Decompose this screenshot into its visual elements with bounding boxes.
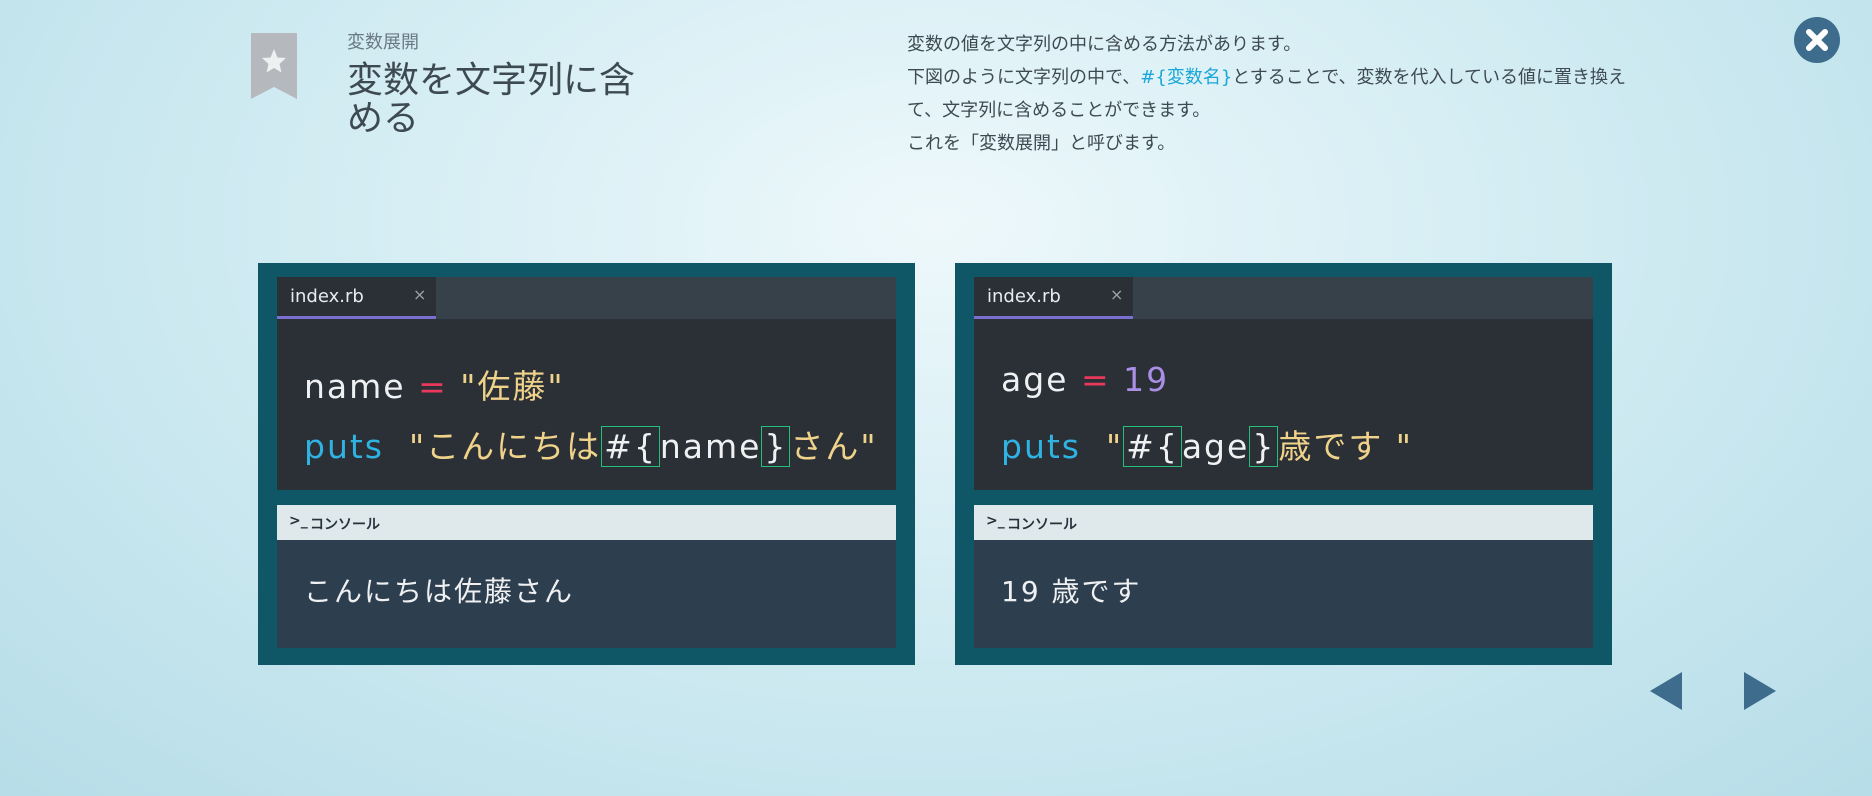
editor-tabbar: index.rb × (277, 277, 896, 319)
description-line: これを「変数展開」と呼びます。 (907, 133, 1176, 154)
code-line: puts "こんにちは#{name}さん" (304, 420, 878, 468)
close-icon (1806, 29, 1828, 51)
example-panel-left: index.rb × name = "佐藤" puts "こんにちは#{name… (258, 263, 915, 665)
tab-index-rb[interactable]: index.rb × (277, 277, 436, 319)
interpolation-open: #{ (1123, 426, 1182, 467)
interpolation-close: } (761, 426, 791, 467)
code-keyword: puts (304, 427, 384, 466)
code-number: 19 (1123, 360, 1170, 399)
code-variable: age (1181, 427, 1250, 466)
code-string: "佐藤" (460, 367, 565, 406)
code-line: puts "#{age}歳です " (1001, 420, 1413, 468)
tab-index-rb[interactable]: index.rb × (974, 277, 1133, 319)
tab-label: index.rb (987, 286, 1061, 307)
code-string: "こんにちは (408, 427, 602, 466)
close-button[interactable] (1794, 17, 1840, 63)
code-variable: age (1001, 360, 1069, 399)
tab-close-icon[interactable]: × (1110, 285, 1123, 304)
console-output-text: こんにちは佐藤さん (304, 575, 575, 608)
code-variable: name (659, 427, 762, 466)
terminal-prompt-icon: >_ (986, 513, 1005, 529)
interpolation-close: } (1249, 426, 1279, 467)
editor-tabbar: index.rb × (974, 277, 1593, 319)
prev-arrow-icon (1650, 672, 1682, 710)
terminal-prompt-icon: >_ (289, 513, 308, 529)
next-arrow-icon (1744, 672, 1776, 710)
description-line: 変数の値を文字列の中に含める方法があります。 (907, 34, 1302, 55)
lesson-subtitle: 変数展開 (347, 32, 419, 53)
code-string: 歳です " (1278, 427, 1413, 466)
lesson-description: 変数の値を文字列の中に含める方法があります。 下図のように文字列の中で、#{変数… (907, 28, 1627, 160)
console-label: コンソール (310, 517, 380, 533)
console-output-text: 19 歳です (1001, 575, 1142, 608)
console-label: コンソール (1007, 517, 1077, 533)
code-editor: index.rb × name = "佐藤" puts "こんにちは#{name… (277, 277, 896, 490)
tab-label: index.rb (290, 286, 364, 307)
example-panel-right: index.rb × age = 19 puts "#{age}歳です " >_… (955, 263, 1612, 665)
code-keyword: puts (1001, 427, 1081, 466)
interpolation-open: #{ (601, 426, 660, 467)
console-header: >_ コンソール (277, 505, 896, 540)
prev-button[interactable] (1648, 670, 1684, 716)
star-bookmark-icon (251, 33, 297, 99)
lesson-title: 変数を文字列に含める (347, 60, 636, 139)
code-string: " (1105, 427, 1124, 466)
code-line: age = 19 (1001, 360, 1169, 399)
tab-close-icon[interactable]: × (413, 285, 426, 304)
description-line: 下図のように文字列の中で、#{変数名}とすることで、変数を代入している値に置き換… (907, 61, 1627, 127)
code-variable: name (304, 367, 406, 406)
code-operator: = (1080, 360, 1111, 399)
console-header: >_ コンソール (974, 505, 1593, 540)
code-string: さん" (790, 427, 878, 466)
next-button[interactable] (1742, 670, 1778, 716)
code-line: name = "佐藤" (304, 360, 565, 408)
code-operator: = (418, 367, 448, 406)
code-editor: index.rb × age = 19 puts "#{age}歳です " (974, 277, 1593, 490)
console-output: 19 歳です (974, 540, 1593, 648)
console-output: こんにちは佐藤さん (277, 540, 896, 648)
description-text: 下図のように文字列の中で、 (907, 67, 1141, 88)
highlight-syntax: #{変数名} (1140, 67, 1233, 88)
